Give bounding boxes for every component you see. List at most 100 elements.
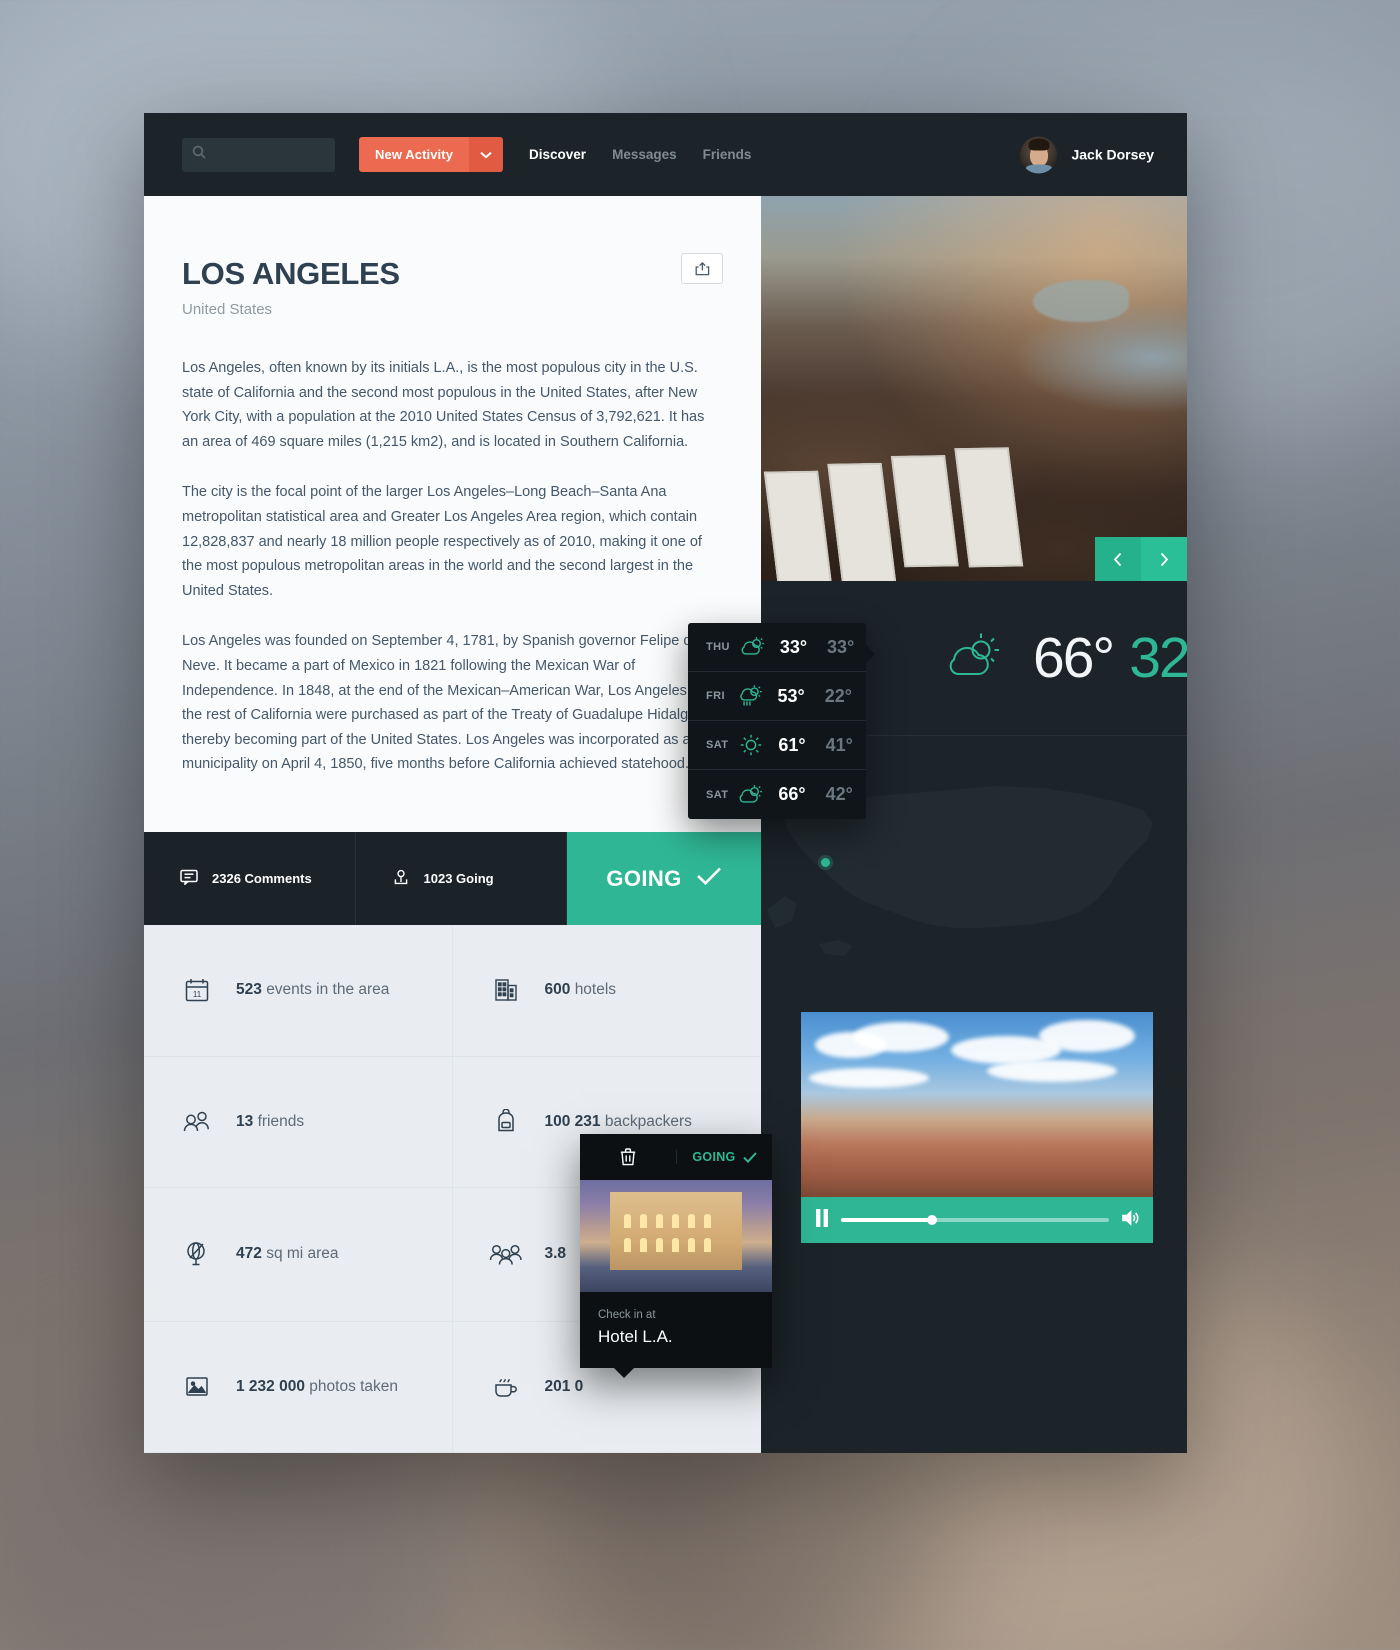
stat-value: 201 0 bbox=[544, 1377, 584, 1395]
carousel-next-button[interactable] bbox=[1141, 537, 1187, 581]
nav-item-discover[interactable]: Discover bbox=[529, 147, 586, 162]
stat-label: friends bbox=[257, 1112, 305, 1130]
forecast-row[interactable]: FRI 53° 22° bbox=[688, 672, 866, 721]
right-column: 66° 32° bbox=[761, 196, 1187, 1453]
stat-value: 13 bbox=[236, 1112, 254, 1130]
top-navigation-bar: New Activity Discover Messages Friends J… bbox=[144, 113, 1187, 196]
forecast-low: 41° bbox=[825, 734, 853, 755]
stat-item[interactable]: 472 sq mi area bbox=[144, 1188, 453, 1322]
city-article: LOS ANGELES United States Los Angeles, o… bbox=[144, 196, 761, 832]
search-icon bbox=[192, 145, 206, 164]
photo-icon bbox=[180, 1374, 214, 1400]
user-name: Jack Dorsey bbox=[1071, 146, 1154, 163]
stat-value: 600 bbox=[544, 981, 571, 999]
stat-item[interactable]: 600 hotels bbox=[452, 925, 761, 1057]
forecast-row[interactable]: THU 33° 33° bbox=[688, 623, 866, 672]
delete-icon[interactable] bbox=[580, 1148, 676, 1166]
building-icon bbox=[489, 977, 523, 1003]
chevron-down-icon[interactable] bbox=[469, 137, 504, 172]
backpack-icon bbox=[489, 1108, 523, 1135]
going-toggle-button[interactable]: GOING bbox=[567, 832, 761, 925]
stat-item[interactable]: 13 friends bbox=[144, 1056, 453, 1188]
forecast-day: SAT bbox=[706, 739, 729, 751]
article-paragraph: Los Angeles, often known by its initials… bbox=[182, 360, 705, 450]
video-controls bbox=[801, 1197, 1153, 1243]
stat-value: 1 232 000 bbox=[236, 1377, 305, 1395]
avatar[interactable] bbox=[1020, 136, 1058, 173]
comments-count-label: 2326 Comments bbox=[212, 871, 312, 886]
checkin-card-actions: GOING bbox=[580, 1134, 772, 1180]
page-title: LOS ANGELES bbox=[182, 256, 400, 291]
comment-icon bbox=[180, 869, 198, 888]
calendar-icon: 11 bbox=[180, 977, 214, 1003]
going-count-label: 1023 Going bbox=[423, 871, 494, 886]
hero-image bbox=[761, 196, 1187, 581]
video-progress-slider[interactable] bbox=[841, 1215, 1109, 1225]
stat-item[interactable]: 1 232 000 photos taken bbox=[144, 1321, 453, 1453]
coffee-icon bbox=[489, 1374, 523, 1400]
user-menu[interactable]: Jack Dorsey bbox=[1020, 136, 1154, 173]
main-nav: Discover Messages Friends bbox=[529, 147, 751, 162]
forecast-low: 33° bbox=[827, 636, 855, 657]
article-paragraph: The city is the focal point of the large… bbox=[182, 484, 702, 599]
map-location-marker[interactable] bbox=[821, 858, 830, 867]
stat-label: backpackers bbox=[604, 1112, 692, 1130]
comments-button[interactable]: 2326 Comments bbox=[144, 832, 356, 925]
checkin-text: Check in at Hotel L.A. bbox=[580, 1292, 772, 1368]
article-paragraph: Los Angeles was founded on September 4, … bbox=[182, 633, 716, 773]
rain-sun-icon bbox=[738, 684, 764, 708]
stat-value: 472 bbox=[236, 1245, 262, 1263]
forecast-high: 61° bbox=[778, 734, 806, 755]
going-count-button[interactable]: 1023 Going bbox=[355, 832, 567, 925]
checkin-prompt: Check in at bbox=[598, 1309, 656, 1321]
stat-label: sq mi area bbox=[266, 1245, 339, 1263]
nav-item-messages[interactable]: Messages bbox=[612, 147, 677, 162]
stat-value: 100 231 bbox=[544, 1112, 601, 1130]
friends-icon bbox=[180, 1110, 214, 1134]
pin-person-icon bbox=[392, 868, 410, 889]
partly-cloudy-icon bbox=[738, 783, 764, 807]
forecast-day: SAT bbox=[706, 788, 729, 801]
going-label: GOING bbox=[606, 865, 682, 891]
partly-cloudy-icon bbox=[740, 635, 766, 659]
forecast-low: 22° bbox=[824, 685, 852, 706]
volume-icon[interactable] bbox=[1121, 1209, 1139, 1232]
pause-button[interactable] bbox=[815, 1208, 829, 1232]
video-frame[interactable] bbox=[801, 1012, 1153, 1197]
checkin-going-label: GOING bbox=[692, 1150, 736, 1164]
weather-forecast-dropdown: THU 33° 33° FRI 53° 22° SAT 61° 41° SAT … bbox=[688, 623, 875, 819]
stat-value: 3.8 bbox=[544, 1245, 567, 1263]
stat-item[interactable]: 11 523 events in the area bbox=[144, 925, 453, 1057]
current-high-temp: 66° bbox=[1033, 626, 1115, 690]
globe-icon bbox=[180, 1240, 214, 1268]
forecast-high: 53° bbox=[777, 685, 805, 706]
share-button[interactable] bbox=[681, 253, 723, 284]
people-group-icon bbox=[489, 1242, 523, 1266]
carousel-prev-button[interactable] bbox=[1095, 537, 1141, 581]
stat-label: hotels bbox=[574, 981, 617, 999]
search-input[interactable] bbox=[212, 147, 325, 162]
checkin-going-button[interactable]: GOING bbox=[676, 1150, 772, 1164]
partly-cloudy-icon bbox=[945, 631, 1003, 686]
stat-label: photos taken bbox=[309, 1377, 399, 1395]
check-icon bbox=[696, 866, 722, 891]
svg-text:11: 11 bbox=[193, 990, 202, 999]
hero-carousel-controls bbox=[1095, 537, 1187, 581]
forecast-high: 33° bbox=[779, 636, 808, 657]
forecast-row[interactable]: SAT 61° 41° bbox=[688, 721, 866, 770]
forecast-day: THU bbox=[706, 641, 730, 653]
new-activity-button[interactable]: New Activity bbox=[359, 137, 504, 172]
sun-icon bbox=[738, 733, 764, 757]
forecast-row[interactable]: SAT 66° 42° bbox=[688, 770, 866, 819]
nav-item-friends[interactable]: Friends bbox=[703, 147, 752, 162]
social-bar: 2326 Comments 1023 Going GOING bbox=[144, 832, 761, 925]
forecast-day: FRI bbox=[706, 690, 725, 702]
stat-label: events in the area bbox=[266, 981, 390, 999]
stat-value: 523 bbox=[236, 981, 262, 999]
search-box[interactable] bbox=[182, 137, 335, 172]
checkin-card: GOING Check in at Hotel L.A. bbox=[580, 1134, 772, 1378]
checkin-place-name: Hotel L.A. bbox=[598, 1327, 673, 1346]
current-low-temp: 32° bbox=[1129, 626, 1187, 690]
checkin-photo bbox=[580, 1180, 772, 1292]
app-window: New Activity Discover Messages Friends J… bbox=[144, 113, 1187, 1453]
